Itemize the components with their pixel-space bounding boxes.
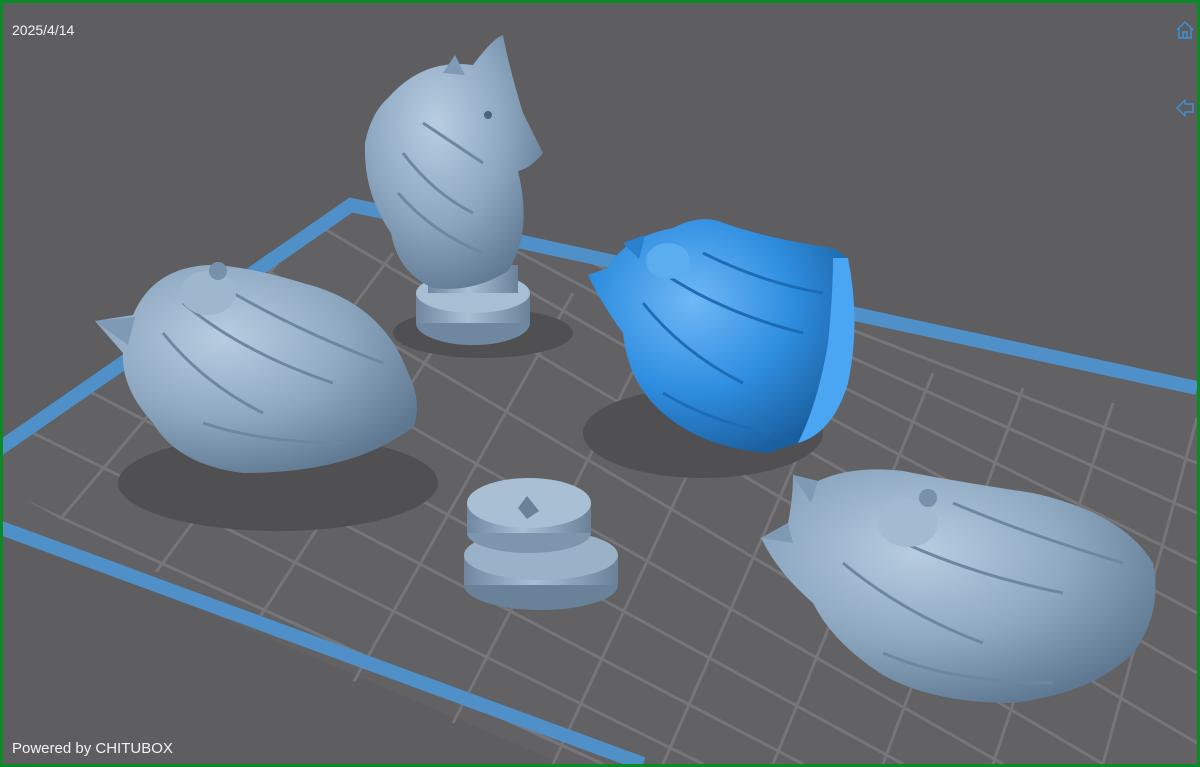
powered-by-label: Powered by CHITUBOX: [12, 740, 173, 757]
back-arrow-icon: [1176, 99, 1194, 117]
home-view-button[interactable]: [1174, 19, 1196, 41]
home-icon: [1176, 20, 1194, 39]
3d-viewport[interactable]: [3, 3, 1197, 764]
viewer-window: 2025/4/14 Powered by CHITUBOX: [0, 0, 1200, 767]
back-button[interactable]: [1174, 97, 1196, 119]
date-label: 2025/4/14: [12, 22, 75, 38]
